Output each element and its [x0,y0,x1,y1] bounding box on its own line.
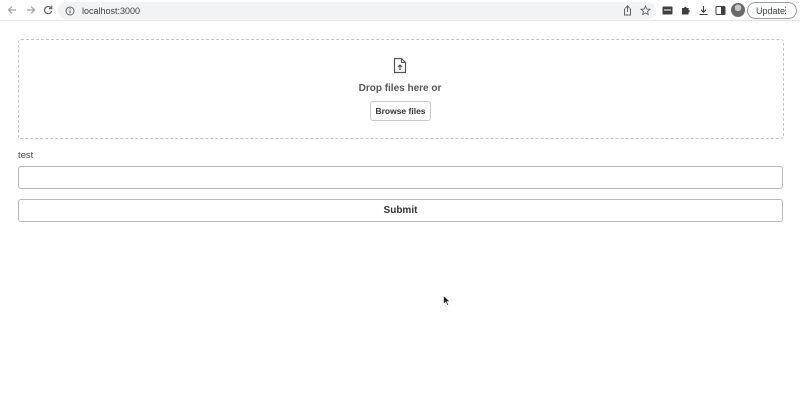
reload-icon[interactable] [41,3,55,17]
download-icon[interactable] [697,4,709,16]
share-icon[interactable] [621,4,633,16]
extensions-icon[interactable] [679,4,691,16]
test-input[interactable] [18,166,783,189]
browser-toolbar: localhost:3000 Update ⋮ [0,0,800,21]
field-label: test [18,150,34,161]
dropzone-prompt: Drop files here or [358,83,442,94]
side-panel-icon[interactable] [714,4,726,16]
submit-button[interactable]: Submit [18,199,783,222]
browse-files-button[interactable]: Browse files [370,101,431,121]
back-icon[interactable] [5,3,19,17]
kebab-menu-icon[interactable]: ⋮ [781,6,790,15]
profile-avatar[interactable] [731,3,745,17]
media-icon[interactable] [661,4,673,16]
url-text: localhost:3000 [82,5,141,16]
address-bar[interactable]: localhost:3000 [58,2,656,19]
file-upload-icon [393,57,407,74]
mouse-cursor-icon [443,295,451,306]
bookmark-star-icon[interactable] [639,4,651,16]
forward-icon[interactable] [24,3,38,17]
site-info-icon[interactable] [64,5,76,17]
update-button[interactable]: Update ⋮ [747,2,797,19]
